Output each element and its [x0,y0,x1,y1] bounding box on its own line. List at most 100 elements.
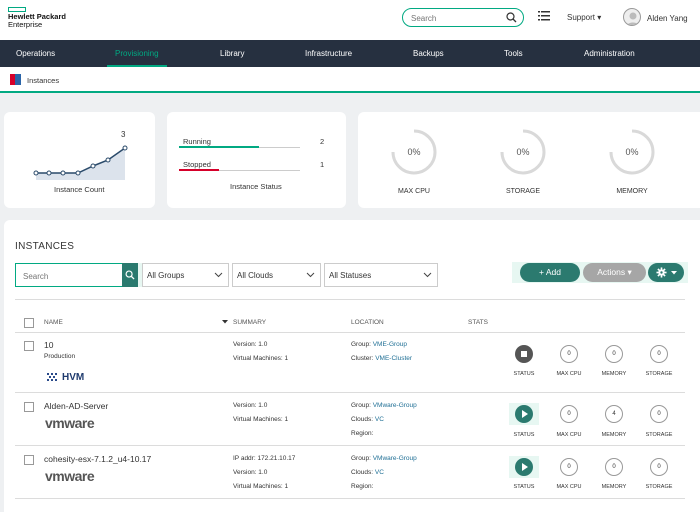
location-clouds-label: Clouds: [351,469,375,476]
add-button[interactable]: + Add [520,263,580,282]
instance-status-label: Instance Status [230,182,282,191]
instances-icon [10,74,21,85]
column-header-stats: STATS [468,319,488,326]
instance-name[interactable]: Alden-AD-Server [44,401,108,411]
memory-stat-label: MEMORY [601,484,627,490]
nav-item-administration[interactable]: Administration [584,49,635,58]
summary-version: Version: 1.0 [233,469,268,476]
usage-gauges-card: 0% MAX CPU 0% STORAGE 0% MEMORY [358,112,700,208]
status-label: STATUS [513,432,535,438]
actions-button[interactable]: Actions ▾ [583,263,646,282]
hpe-logo[interactable]: Hewlett Packard Enterprise [8,13,66,29]
summary-vms: Virtual Machines: 1 [233,416,289,423]
nav-item-infrastructure[interactable]: Infrastructure [305,49,352,58]
column-header-location[interactable]: LOCATION [351,319,384,326]
nav-item-operations[interactable]: Operations [16,49,55,58]
location-group-link[interactable]: VMware-Group [373,455,417,462]
location-group: Group: VME-Group [351,341,407,348]
main-nav: Operations Provisioning Library Infrastr… [0,40,700,67]
select-all-checkbox[interactable] [24,318,34,328]
breadcrumb-instances[interactable]: Instances [27,76,59,85]
groups-filter[interactable]: All Groups [142,263,229,287]
storage-stat-label: STORAGE [645,371,673,377]
chevron-down-icon [423,272,432,278]
location-cluster-label: Cluster: [351,355,376,362]
stopped-label: Stopped [183,160,211,169]
location-region: Region: [351,483,374,490]
summary-vms: Virtual Machines: 1 [233,355,289,362]
location-clouds-link[interactable]: VC [375,416,384,423]
location-cluster: Cluster: VME-Cluster [351,355,412,362]
summary-version: Version: 1.0 [233,402,268,409]
instance-name[interactable]: cohesity-esx-7.1.2_u4-10.17 [44,454,151,464]
running-bar [179,146,259,148]
support-menu[interactable]: Support ▾ [567,13,601,22]
location-group-label: Group: [351,455,373,462]
instances-search-button[interactable] [122,263,138,287]
logo-line2: Enterprise [8,20,43,29]
status-running-icon[interactable] [515,458,533,476]
memory-stat: 4 [605,405,623,423]
summary-version: Version: 1.0 [233,341,268,348]
statuses-filter[interactable]: All Statuses [324,263,438,287]
location-group: Group: VMware-Group [351,402,417,409]
hvm-logo [46,372,60,385]
storage-stat: 0 [650,458,668,476]
nav-item-library[interactable]: Library [220,49,244,58]
location-group-link[interactable]: VMware-Group [373,402,417,409]
instance-name[interactable]: 10 [44,340,53,350]
status-stopped-icon[interactable] [515,345,533,363]
memory-value: 0% [625,147,639,157]
row-checkbox[interactable] [24,341,34,351]
running-label: Running [183,137,211,146]
location-clouds: Clouds: VC [351,469,384,476]
max-cpu-stat-label: MAX CPU [556,432,582,438]
row-checkbox[interactable] [24,455,34,465]
storage-stat-label: STORAGE [645,484,673,490]
storage-value: 0% [516,147,530,157]
nav-item-provisioning[interactable]: Provisioning [115,49,159,58]
nav-item-tools[interactable]: Tools [504,49,523,58]
instance-count-card: 3 Instance Count [4,112,155,208]
location-clouds-link[interactable]: VC [375,469,384,476]
chevron-down-icon [306,272,315,278]
header-divider [15,332,685,333]
top-header: Hewlett Packard Enterprise Support ▾ Ald… [0,0,700,40]
max-cpu-stat: 0 [560,345,578,363]
instances-search-input[interactable] [23,270,118,282]
storage-stat: 0 [650,345,668,363]
status-running-icon[interactable] [515,405,533,423]
instance-count-sparkline [33,145,128,180]
location-cluster-link[interactable]: VME-Cluster [375,355,412,362]
memory-stat-label: MEMORY [601,371,627,377]
username[interactable]: Alden Yang [647,14,688,23]
storage-stat-label: STORAGE [645,432,673,438]
breadcrumb: Instances [0,67,700,93]
global-search-input[interactable] [411,12,503,24]
instance-environment: Production [44,353,76,360]
instances-search [15,263,123,287]
location-group-link[interactable]: VME-Group [373,341,407,348]
search-icon [125,270,135,280]
column-header-summary[interactable]: SUMMARY [233,319,266,326]
row-divider [15,392,685,393]
avatar[interactable] [623,8,641,26]
status-label: STATUS [513,484,535,490]
settings-button[interactable] [648,263,684,282]
search-icon[interactable] [506,12,517,25]
status-label: STATUS [513,371,535,377]
row-checkbox[interactable] [24,402,34,412]
max-cpu-label: MAX CPU [398,188,430,195]
location-group-label: Group: [351,402,373,409]
max-cpu-stat-label: MAX CPU [556,484,582,490]
instance-status-card: Running 2 Stopped 1 Instance Status [167,112,346,208]
column-header-name[interactable]: NAME [44,319,63,326]
location-clouds: Clouds: VC [351,416,384,423]
sort-caret-icon[interactable] [222,320,228,324]
memory-stat-label: MEMORY [601,432,627,438]
row-divider [15,498,685,499]
nav-item-backups[interactable]: Backups [413,49,444,58]
clouds-filter[interactable]: All Clouds [232,263,321,287]
list-menu-icon[interactable] [538,11,550,23]
location-group-label: Group: [351,341,373,348]
